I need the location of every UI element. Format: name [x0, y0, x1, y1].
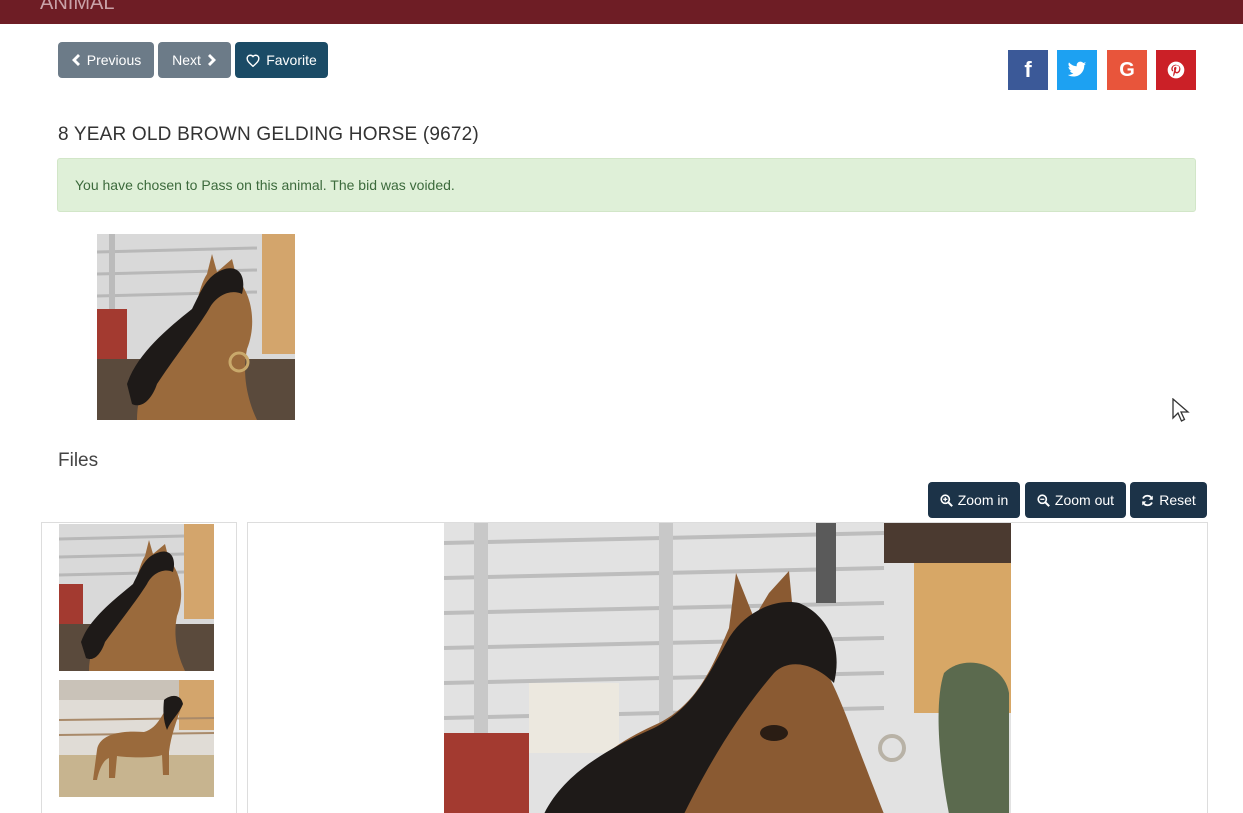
zoom-out-button[interactable]: Zoom out: [1025, 482, 1126, 518]
horse-large-image: [444, 523, 1011, 813]
chevron-right-icon: [207, 54, 216, 66]
header-title: ANIMAL: [40, 0, 115, 14]
thumbnail-2[interactable]: [58, 680, 215, 797]
facebook-icon: f: [1024, 57, 1032, 82]
chevron-left-icon: [71, 54, 80, 66]
image-viewer[interactable]: [247, 522, 1208, 813]
twitter-share-button[interactable]: [1057, 50, 1097, 90]
zoom-in-label: Zoom in: [957, 492, 1009, 508]
zoom-in-icon: [940, 493, 953, 507]
refresh-icon: [1142, 494, 1154, 506]
next-button[interactable]: Next: [158, 42, 231, 78]
top-header-bar: ANIMAL: [0, 0, 1243, 24]
facebook-share-button[interactable]: f: [1008, 50, 1048, 90]
mouse-cursor-icon: [1172, 398, 1190, 422]
reset-label: Reset: [1159, 492, 1196, 508]
next-label: Next: [172, 52, 201, 68]
google-share-button[interactable]: G: [1107, 50, 1147, 90]
previous-button[interactable]: Previous: [58, 42, 154, 78]
thumbnails-panel: [41, 522, 237, 813]
main-animal-photo[interactable]: [96, 234, 295, 420]
pinterest-icon: [1167, 61, 1185, 79]
heart-icon: [246, 54, 260, 67]
zoom-out-label: Zoom out: [1054, 492, 1115, 508]
favorite-label: Favorite: [266, 52, 317, 68]
pinterest-share-button[interactable]: [1156, 50, 1196, 90]
previous-label: Previous: [86, 52, 142, 68]
reset-button[interactable]: Reset: [1130, 482, 1207, 518]
horse-photo-image: [96, 234, 295, 420]
twitter-icon: [1067, 61, 1087, 77]
thumbnail-1[interactable]: [58, 524, 214, 671]
horse-body-thumbnail-image: [58, 680, 215, 797]
horse-head-thumbnail-image: [58, 524, 214, 671]
status-alert: You have chosen to Pass on this animal. …: [57, 158, 1196, 212]
favorite-button[interactable]: Favorite: [235, 42, 328, 78]
zoom-in-button[interactable]: Zoom in: [928, 482, 1020, 518]
animal-title: 8 YEAR OLD BROWN GELDING HORSE (9672): [58, 124, 479, 145]
status-message: You have chosen to Pass on this animal. …: [75, 177, 455, 193]
files-heading: Files: [58, 450, 99, 471]
google-icon: G: [1119, 58, 1135, 81]
zoom-out-icon: [1037, 493, 1050, 507]
